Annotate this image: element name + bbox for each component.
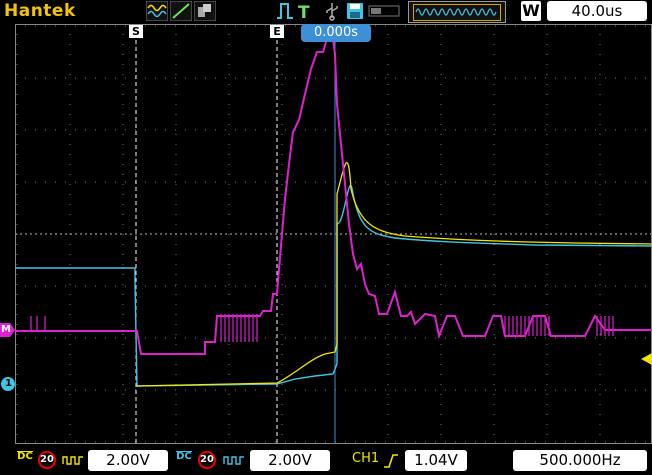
waveform-display bbox=[15, 24, 652, 444]
math-level-label: M bbox=[1, 324, 11, 335]
ch1-coupling[interactable]: DC bbox=[17, 451, 33, 462]
trigger-t-icon[interactable]: T bbox=[296, 1, 312, 21]
trigger-level-value[interactable]: 1.04V bbox=[405, 450, 467, 471]
math-ramp-icon[interactable] bbox=[170, 1, 192, 21]
start-cursor-marker[interactable]: S bbox=[129, 25, 143, 38]
ch1-level-label: 1 bbox=[5, 378, 12, 389]
ch1-trace bbox=[136, 162, 652, 387]
save-disk-icon[interactable] bbox=[345, 1, 365, 21]
pulse-trigger-icon[interactable] bbox=[276, 1, 294, 21]
time-offset-label[interactable]: 0.000s bbox=[301, 24, 371, 42]
top-bar: Hantek T W 40.0us bbox=[0, 0, 652, 24]
reference-icon[interactable] bbox=[194, 1, 216, 21]
usb-icon bbox=[326, 3, 338, 21]
waveform-preview-icon bbox=[413, 4, 501, 21]
trigger-level-marker[interactable] bbox=[640, 353, 652, 365]
ch2-probe-icon bbox=[223, 456, 244, 465]
ch1-volts-per-div[interactable]: 2.00V bbox=[88, 450, 168, 471]
brand-logo: Hantek bbox=[4, 1, 76, 21]
frequency-readout: 500.000Hz bbox=[513, 450, 647, 471]
trigger-source[interactable]: CH1 bbox=[352, 451, 379, 466]
timebase-display[interactable]: 40.0us bbox=[547, 1, 647, 21]
ch2-coupling[interactable]: DC bbox=[176, 451, 192, 462]
end-cursor-marker[interactable]: E bbox=[270, 25, 284, 38]
ch2-volts-per-div[interactable]: 2.00V bbox=[250, 450, 330, 471]
memory-bar-icon bbox=[368, 5, 400, 17]
graticule bbox=[15, 24, 652, 444]
ch1-bandwidth-limit[interactable]: 20 bbox=[38, 451, 56, 469]
channel-waveform-icon[interactable] bbox=[146, 1, 168, 21]
ch1-probe-icon bbox=[62, 456, 83, 465]
math-trace bbox=[15, 38, 652, 355]
ch2-trace bbox=[15, 184, 652, 387]
ch2-bandwidth-limit[interactable]: 20 bbox=[198, 451, 216, 469]
window-mode-badge[interactable]: W bbox=[521, 1, 541, 21]
svg-text:T: T bbox=[298, 3, 310, 21]
bottom-bar: DC 20 2.00V DC 20 2.00V CH1 1.04V 500.00… bbox=[0, 446, 652, 475]
rising-edge-icon bbox=[384, 454, 398, 468]
memory-depth-indicator[interactable] bbox=[408, 1, 506, 23]
